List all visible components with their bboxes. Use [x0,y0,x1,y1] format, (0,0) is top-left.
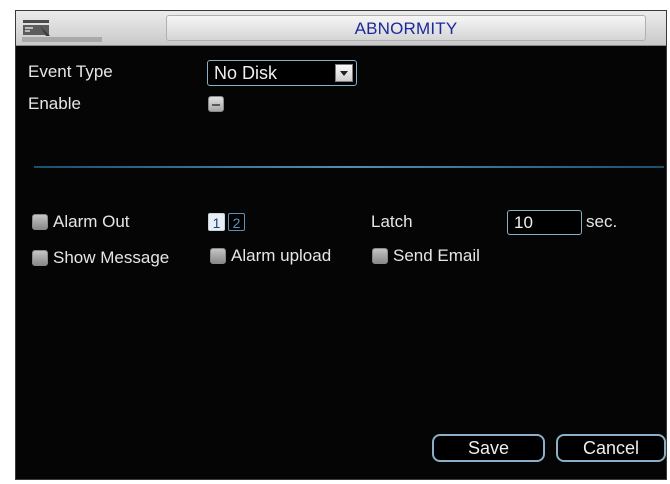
latch-input[interactable]: 10 [507,210,582,235]
title-tab: ABNORMITY [166,15,646,41]
settings-window-icon [22,18,52,38]
enable-checkbox[interactable] [208,96,224,112]
latch-unit: sec. [586,212,618,231]
section-divider [34,166,664,168]
send-email-checkbox[interactable] [372,248,388,264]
alarm-out-label: Alarm Out [53,212,130,231]
alarm-upload-checkbox[interactable] [210,248,226,264]
alarm-out-channel-2[interactable]: 2 [228,213,245,231]
title-bar: ABNORMITY [16,11,666,46]
save-button[interactable]: Save [432,434,545,462]
cancel-button[interactable]: Cancel [556,434,666,462]
latch-label: Latch [371,212,413,231]
page-title: ABNORMITY [354,19,458,38]
title-accent-bar [22,37,102,42]
event-type-label: Event Type [28,62,113,81]
alarm-out-channel-1[interactable]: 1 [208,213,225,231]
send-email-label: Send Email [393,246,480,265]
show-message-label: Show Message [53,248,170,267]
show-message-checkbox[interactable] [32,250,48,266]
event-type-select[interactable]: No Disk [207,60,357,86]
enable-label: Enable [28,94,81,113]
alarm-out-checkbox[interactable] [32,214,48,230]
event-type-value: No Disk [214,63,278,83]
alarm-upload-label: Alarm upload [231,246,332,265]
abnormity-dialog: ABNORMITY Event Type No Disk Enable Alar… [15,10,667,480]
chevron-down-icon[interactable] [335,64,353,82]
